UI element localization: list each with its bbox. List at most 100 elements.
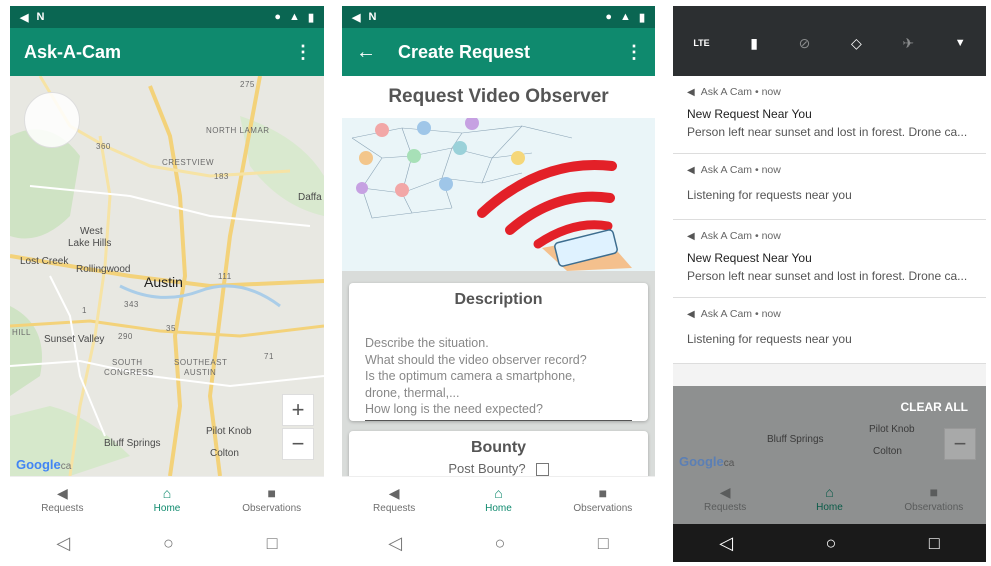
placeholder-line: drone, thermal,... (365, 385, 460, 400)
map-label: SOUTHEAST (174, 358, 228, 367)
bounty-title: Bounty (470, 439, 527, 456)
map-label: Rollingwood (76, 264, 131, 275)
notification-item[interactable]: ◀ Ask A Cam • now New Request Near You Pe… (673, 76, 986, 154)
map-label: Colton (873, 446, 902, 457)
megaphone-icon: ◀ (687, 231, 695, 242)
notification-source-text: Ask A Cam • now (700, 86, 781, 98)
camera-icon: ■ (929, 484, 939, 500)
nav-requests[interactable]: ◀ Requests (10, 477, 115, 524)
zoom-out-button[interactable]: − (282, 428, 314, 460)
location-icon: ● (274, 11, 282, 23)
nav-observations[interactable]: ■ Observations (882, 476, 986, 524)
notification-list: ◀ Ask A Cam • now New Request Near You Pe… (673, 76, 986, 386)
megaphone-icon: ◀ (20, 11, 29, 24)
home-icon: ⌂ (494, 485, 503, 501)
nav-label: Home (153, 503, 181, 514)
app-title: Create Request (398, 41, 531, 62)
home-circle-icon[interactable]: ○ (495, 533, 506, 554)
highway-shield: 290 (118, 332, 133, 341)
placeholder-line: Describe the situation. (365, 336, 489, 350)
app-bar: Ask-A-Cam ⋮ (10, 28, 324, 76)
megaphone-icon: ◀ (56, 485, 68, 501)
chevron-down-icon[interactable]: ▼ (955, 37, 966, 49)
recents-icon[interactable]: □ (929, 533, 940, 554)
zoom-out-button[interactable]: − (944, 428, 976, 460)
megaphone-icon: ◀ (687, 309, 695, 320)
nav-observations[interactable]: ■ Observations (551, 477, 655, 524)
notification-title: New Request Near You (687, 107, 812, 121)
placeholder-line: How long is the need expected? (365, 402, 543, 416)
more-options-icon[interactable]: ⋮ (625, 42, 643, 63)
back-icon[interactable]: ◁ (388, 533, 402, 554)
nav-label: Home (816, 502, 843, 513)
n-icon: N (36, 11, 45, 23)
back-icon[interactable]: ◁ (56, 533, 70, 554)
notification-body: Person left near sunset and lost in fore… (687, 269, 968, 283)
recents-icon[interactable]: □ (267, 533, 278, 554)
clear-all-button[interactable]: CLEAR ALL (900, 400, 968, 414)
map-label: SOUTH (112, 358, 143, 367)
battery-icon[interactable]: ▮ (750, 35, 758, 52)
app-title: Ask-A-Cam (24, 41, 122, 62)
nav-observations[interactable]: ■ Observations (219, 477, 324, 524)
google-logo: Googleca (679, 454, 734, 469)
megaphone-icon: ◀ (388, 485, 400, 501)
compass-button[interactable] (24, 92, 80, 148)
map-label: Pilot Knob (869, 424, 915, 435)
notification-item[interactable]: ◀ Ask A Cam • now Listening for requests … (673, 298, 986, 364)
map-label: AUSTIN (184, 368, 217, 377)
nav-requests[interactable]: ◀ Requests (673, 476, 777, 524)
google-logo: Googleca (16, 457, 71, 472)
n-icon: N (368, 11, 377, 23)
home-icon: ⌂ (825, 484, 834, 500)
notification-item[interactable]: ◀ Ask A Cam • now Listening for requests … (673, 154, 986, 220)
highway-shield: 1 (82, 306, 87, 315)
map-label: Pilot Knob (206, 426, 252, 437)
notification-item[interactable]: ◀ Ask A Cam • now New Request Near You Pe… (673, 220, 986, 298)
map-label: Bluff Springs (767, 434, 824, 445)
notification-source-text: Ask A Cam • now (700, 164, 781, 176)
description-input[interactable]: Describe the situation. What should the … (365, 335, 632, 421)
phone-screen-notification-shade: LTE ▮ ⊘ ◇ ✈ ▼ ◀ Ask A Cam • now New Reque… (673, 6, 986, 562)
description-title: Description (454, 291, 543, 308)
post-bounty-checkbox[interactable] (535, 463, 549, 476)
status-bar: ◀ N ● ▲ ▮ (10, 6, 324, 28)
notification-body: Listening for requests near you (687, 188, 852, 202)
home-circle-icon[interactable]: ○ (826, 533, 837, 554)
status-bar: ◀ N ● ▲ ▮ (342, 6, 655, 28)
dimmed-background[interactable]: Bluff Springs Pilot Knob Colton − Google… (673, 386, 986, 524)
highway-shield: 71 (264, 352, 274, 361)
map-label: Colton (210, 448, 239, 459)
back-arrow-icon[interactable]: ← (356, 41, 376, 64)
hero-illustration (342, 118, 655, 271)
map-label: HILL (12, 328, 31, 337)
nav-home[interactable]: ⌂ Home (446, 477, 550, 524)
rotate-icon[interactable]: ◇ (851, 35, 862, 52)
create-request-content[interactable]: Request Video Observer Description Descr… (342, 76, 655, 476)
battery-icon: ▮ (638, 11, 645, 24)
placeholder-line: What should the video observer record? (365, 352, 587, 367)
camera-icon: ■ (598, 485, 608, 501)
map-view[interactable]: NORTH LAMAR CRESTVIEW West Lake Hills Lo… (10, 76, 324, 476)
nav-home[interactable]: ⌂ Home (777, 476, 881, 524)
home-circle-icon[interactable]: ○ (163, 533, 174, 554)
google-logo-text: Google (679, 454, 724, 469)
megaphone-icon: ◀ (719, 484, 731, 500)
notification-source: ◀ Ask A Cam • now (687, 308, 972, 320)
phone-screen-create-request: ◀ N ● ▲ ▮ ← Create Request ⋮ Request Vid… (342, 6, 655, 562)
airplane-icon[interactable]: ✈ (902, 35, 914, 52)
placeholder-line: Is the optimum camera a smartphone, (365, 369, 576, 383)
map-label: CONGRESS (104, 368, 154, 377)
lte-icon[interactable]: LTE (693, 38, 709, 48)
zoom-in-button[interactable]: + (282, 394, 314, 426)
camera-icon: ■ (267, 485, 276, 501)
recents-icon[interactable]: □ (598, 533, 609, 554)
map-label: West (80, 226, 103, 237)
back-icon[interactable]: ◁ (719, 533, 733, 554)
dnd-icon[interactable]: ⊘ (799, 35, 811, 52)
nav-requests[interactable]: ◀ Requests (342, 477, 446, 524)
nav-home[interactable]: ⌂ Home (115, 477, 220, 524)
highway-shield: 275 (240, 80, 255, 89)
notification-body: Person left near sunset and lost in fore… (687, 125, 968, 139)
more-options-icon[interactable]: ⋮ (294, 42, 312, 63)
